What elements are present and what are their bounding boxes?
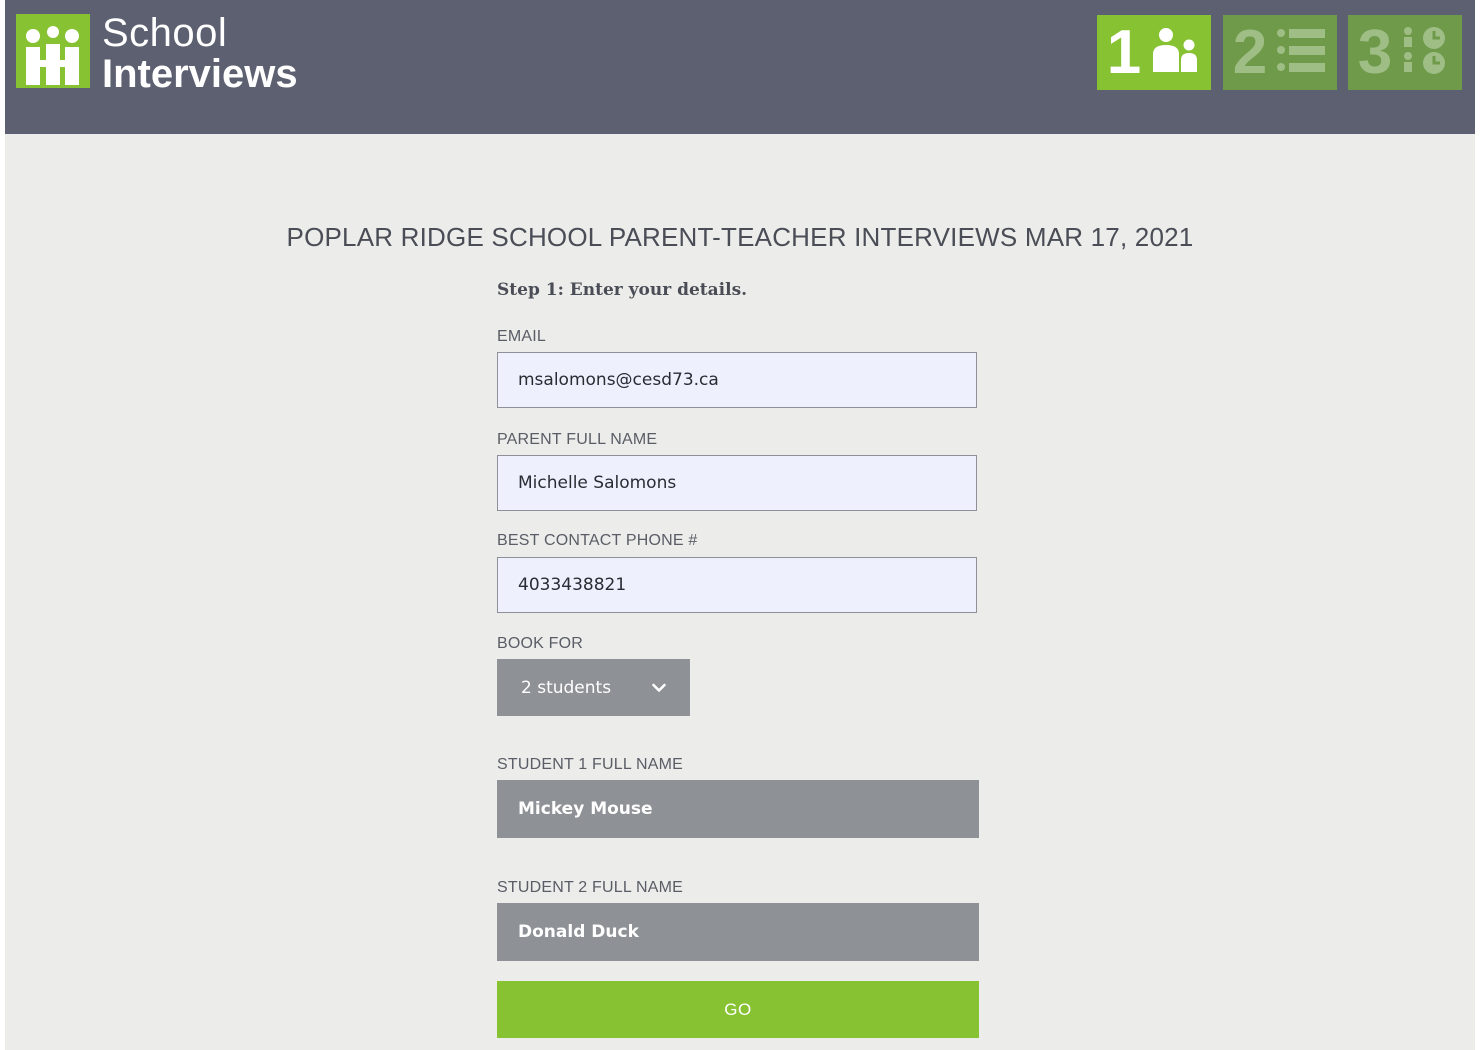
- list-icon: [1275, 24, 1327, 81]
- logo-line-1: School: [102, 11, 228, 55]
- step-3-indicator[interactable]: 3: [1348, 15, 1462, 90]
- page-title: POPLAR RIDGE SCHOOL PARENT-TEACHER INTER…: [286, 222, 1194, 252]
- step-2-number: 2: [1232, 17, 1268, 87]
- student-1-label: STUDENT 1 FULL NAME: [497, 756, 684, 773]
- book-for-select[interactable]: 2 students: [497, 659, 690, 716]
- email-field[interactable]: msalomons@cesd73.ca: [497, 352, 977, 408]
- page-frame: School Interviews 1 2 3 POPLAR RIDGE SCH…: [5, 0, 1475, 1050]
- logo-mark-icon: [16, 14, 90, 88]
- people-icon: [1149, 24, 1201, 81]
- student-2-label: STUDENT 2 FULL NAME: [497, 879, 684, 896]
- book-for-selected: 2 students: [521, 677, 612, 698]
- student-1-field[interactable]: Mickey Mouse: [497, 780, 979, 838]
- step-instruction: Step 1: Enter your details.: [497, 280, 748, 300]
- app-header: School Interviews 1 2 3: [5, 0, 1475, 134]
- step-indicator: 1 2 3: [1097, 15, 1462, 90]
- schedule-icon: [1400, 24, 1452, 81]
- phone-label: BEST CONTACT PHONE #: [497, 532, 698, 549]
- phone-field[interactable]: 4033438821: [497, 557, 977, 613]
- email-label: EMAIL: [497, 328, 547, 345]
- logo-text: School Interviews: [102, 12, 298, 94]
- book-for-label: BOOK FOR: [497, 635, 584, 652]
- parent-name-label: PARENT FULL NAME: [497, 431, 658, 448]
- student-2-field[interactable]: Donald Duck: [497, 903, 979, 961]
- step-1-number: 1: [1106, 17, 1142, 87]
- step-3-number: 3: [1357, 17, 1393, 87]
- step-1-indicator[interactable]: 1: [1097, 15, 1211, 90]
- parent-name-field[interactable]: Michelle Salomons: [497, 455, 977, 511]
- go-button[interactable]: GO: [497, 981, 979, 1038]
- logo-line-2: Interviews: [102, 52, 298, 96]
- step-2-indicator[interactable]: 2: [1223, 15, 1337, 90]
- chevron-down-icon: [652, 678, 666, 698]
- main-content: POPLAR RIDGE SCHOOL PARENT-TEACHER INTER…: [5, 134, 1475, 1050]
